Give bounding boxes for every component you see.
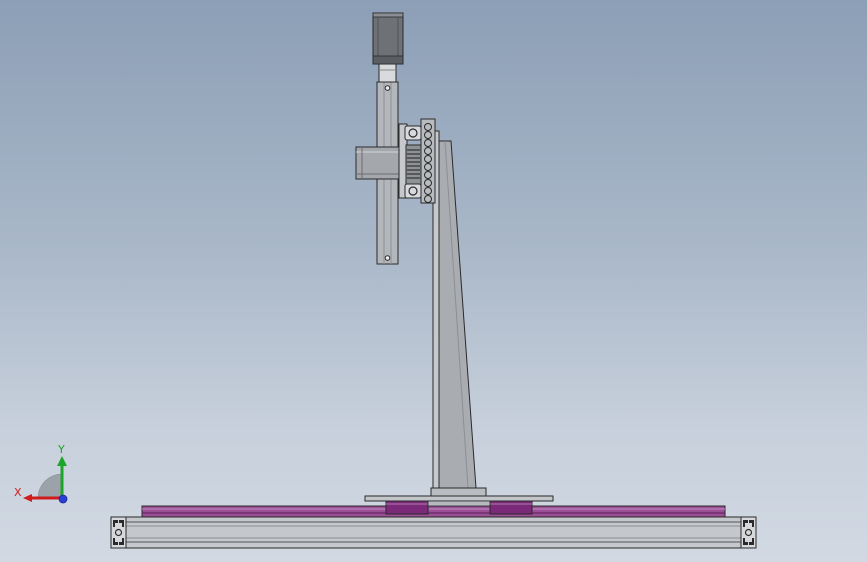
base-extrusion-profile[interactable] [110,516,757,549]
z-axis-indicator [58,494,68,504]
assembly-model-view[interactable] [0,0,867,562]
rack-gear-strip [420,118,436,204]
triad-plane-indicator [37,473,63,499]
axis-mount-screw-bottom [384,255,391,261]
extrusion-end-cap-left [110,516,127,549]
orientation-triad[interactable]: Y X [10,440,80,510]
linear-guide-rail[interactable] [141,505,726,518]
motor-coupling [378,63,397,83]
axis-mount-screw-top [384,85,391,91]
guide-roller-bottom [404,183,422,199]
y-axis-label: Y [57,443,65,456]
rail-carriage-block-right[interactable] [489,499,533,515]
upright-column[interactable] [430,130,487,497]
x-axis-label: X [14,486,22,499]
guide-roller-top [404,125,422,141]
cad-graphics-viewport[interactable]: Y X [0,0,867,562]
extrusion-end-cap-right [740,516,757,549]
servo-motor[interactable] [372,12,404,65]
rail-carriage-block-left[interactable] [385,499,429,515]
